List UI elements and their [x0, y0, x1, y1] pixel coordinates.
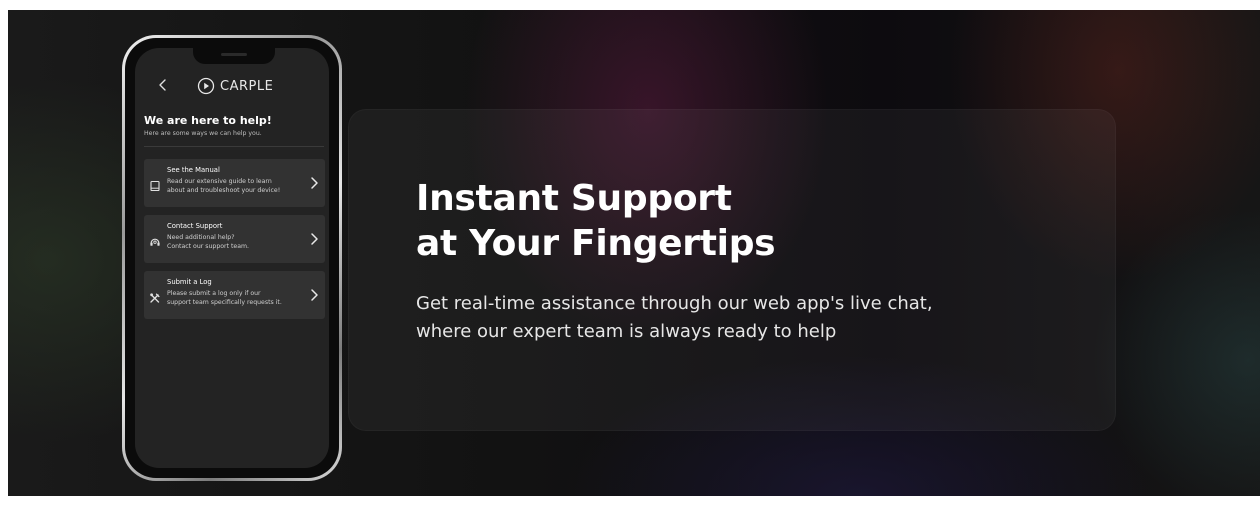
- option-title: See the Manual: [167, 166, 220, 174]
- option-description: Read our extensive guide to learn about …: [167, 177, 307, 195]
- subtext-line-1: Get real-time assistance through our web…: [416, 293, 933, 314]
- phone-notch: [193, 48, 275, 64]
- option-desc-line-1: Please submit a log only if our: [167, 290, 261, 297]
- help-subtitle: Here are some ways we can help you.: [144, 130, 262, 137]
- headline-line-2: at Your Fingertips: [416, 223, 776, 264]
- option-desc-line-2: Contact our support team.: [167, 243, 249, 250]
- option-desc-line-1: Need additional help?: [167, 234, 235, 241]
- option-desc-line-1: Read our extensive guide to learn: [167, 178, 272, 185]
- subtext-line-2: where our expert team is always ready to…: [416, 321, 837, 342]
- glass-card: [348, 109, 1116, 431]
- divider: [144, 146, 324, 147]
- app-header: CARPLE: [135, 74, 329, 100]
- book-icon: [150, 180, 160, 192]
- option-see-manual[interactable]: See the Manual Read our extensive guide …: [144, 159, 325, 207]
- option-title: Contact Support: [167, 222, 223, 230]
- speaker-grille: [221, 53, 247, 56]
- phone-bezel: CARPLE We are here to help! Here are som…: [125, 38, 339, 478]
- option-description: Need additional help? Contact our suppor…: [167, 233, 307, 251]
- hero-headline: Instant Support at Your Fingertips: [416, 176, 1036, 266]
- option-desc-line-2: about and troubleshoot your device!: [167, 187, 281, 194]
- brand-name: CARPLE: [220, 78, 274, 94]
- page-bottom: [0, 496, 1260, 516]
- tools-icon: [150, 293, 160, 303]
- headline-line-1: Instant Support: [416, 178, 732, 219]
- phone-screen: CARPLE We are here to help! Here are som…: [135, 48, 329, 468]
- chevron-right-icon: [311, 289, 318, 301]
- option-contact-support[interactable]: Contact Support Need additional help? Co…: [144, 215, 325, 263]
- chevron-left-icon[interactable]: [155, 76, 171, 94]
- hero-subtext: Get real-time assistance through our web…: [416, 290, 1056, 346]
- chevron-right-icon: [311, 177, 318, 189]
- chevron-right-icon: [311, 233, 318, 245]
- play-circle-icon: [197, 77, 215, 95]
- option-submit-log[interactable]: Submit a Log Please submit a log only if…: [144, 271, 325, 319]
- headset-icon: [150, 238, 160, 246]
- phone-mockup: CARPLE We are here to help! Here are som…: [122, 35, 342, 481]
- option-desc-line-2: support team specifically requests it.: [167, 299, 282, 306]
- option-title: Submit a Log: [167, 278, 212, 286]
- brand-logo: CARPLE: [197, 76, 273, 96]
- help-title: We are here to help!: [144, 114, 272, 127]
- option-description: Please submit a log only if our support …: [167, 289, 307, 307]
